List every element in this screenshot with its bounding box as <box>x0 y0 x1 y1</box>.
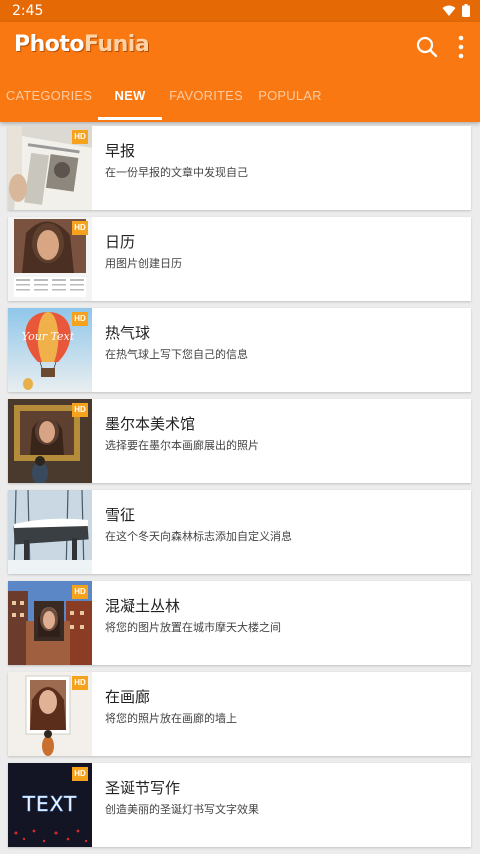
status-time: 2:45 <box>12 3 44 19</box>
thumbnail-christmas-lights: TEXT HD <box>8 763 92 847</box>
item-description: 在热气球上写下您自己的信息 <box>105 348 248 361</box>
item-title: 在画廊 <box>105 688 151 706</box>
hd-badge: HD <box>72 585 88 599</box>
status-icons <box>442 4 470 17</box>
item-title: 日历 <box>105 233 136 251</box>
list-item-concrete-jungle[interactable]: HD 混凝土丛林 将您的图片放置在城市摩天大楼之间 <box>8 581 471 665</box>
search-icon <box>416 36 438 58</box>
thumbnail-newspaper: HD <box>8 126 92 210</box>
app-bar: PhotoFunia CATEGORIES NEW FAVORITES POPU… <box>0 22 480 122</box>
item-description: 用图片创建日历 <box>105 257 182 270</box>
thumbnail-snow-sign <box>8 490 92 574</box>
tab-categories[interactable]: CATEGORIES <box>0 72 98 120</box>
hd-badge: HD <box>72 403 88 417</box>
item-description: 选择要在墨尔本画廊展出的照片 <box>105 439 259 452</box>
list-item-snow-sign[interactable]: 雪征 在这个冬天向森林标志添加自定义消息 <box>8 490 471 574</box>
more-vertical-icon <box>458 35 464 59</box>
search-button[interactable] <box>414 34 440 60</box>
tab-popular[interactable]: POPULAR <box>250 72 330 120</box>
logo-photo-text: Photo <box>14 32 85 57</box>
hd-badge: HD <box>72 221 88 235</box>
thumbnail-gallery-wall: HD <box>8 672 92 756</box>
hd-badge: HD <box>72 130 88 144</box>
item-description: 创造美丽的圣诞灯书写文字效果 <box>105 803 259 816</box>
hd-badge: HD <box>72 312 88 326</box>
status-bar: 2:45 <box>0 0 480 22</box>
tab-new[interactable]: NEW <box>98 72 162 120</box>
thumbnail-gallery-frame: HD <box>8 399 92 483</box>
item-description: 在一份早报的文章中发现自己 <box>105 166 248 179</box>
tab-favorites[interactable]: FAVORITES <box>162 72 250 120</box>
list-item-calendar[interactable]: HD 日历 用图片创建日历 <box>8 217 471 301</box>
tab-bar: CATEGORIES NEW FAVORITES POPULAR <box>0 72 480 122</box>
item-title: 热气球 <box>105 324 151 342</box>
thumbnail-calendar: HD <box>8 217 92 301</box>
item-description: 将您的照片放在画廊的墙上 <box>105 712 237 725</box>
hd-badge: HD <box>72 676 88 690</box>
item-title: 雪征 <box>105 506 136 524</box>
thumbnail-balloon: Your Text HD <box>8 308 92 392</box>
app-logo: PhotoFunia <box>14 32 150 57</box>
thumbnail-city: HD <box>8 581 92 665</box>
item-title: 早报 <box>105 142 136 160</box>
item-description: 将您的图片放置在城市摩天大楼之间 <box>105 621 281 634</box>
wifi-icon <box>442 5 456 16</box>
christmas-lights-text: TEXT <box>22 792 77 816</box>
hd-badge: HD <box>72 767 88 781</box>
item-title: 墨尔本美术馆 <box>105 415 196 433</box>
overflow-menu-button[interactable] <box>452 34 470 60</box>
item-title: 混凝土丛林 <box>105 597 181 615</box>
list-item-morning-paper[interactable]: HD 早报 在一份早报的文章中发现自己 <box>8 126 471 210</box>
battery-icon <box>462 4 470 17</box>
logo-funia-text: Funia <box>84 32 150 57</box>
list-item-christmas-writing[interactable]: TEXT HD 圣诞节写作 创造美丽的圣诞灯书写文字效果 <box>8 763 471 847</box>
balloon-text: Your Text <box>22 330 75 343</box>
item-description: 在这个冬天向森林标志添加自定义消息 <box>105 530 292 543</box>
item-title: 圣诞节写作 <box>105 779 181 797</box>
list-item-in-gallery[interactable]: HD 在画廊 将您的照片放在画廊的墙上 <box>8 672 471 756</box>
list-item-melbourne-gallery[interactable]: HD 墨尔本美术馆 选择要在墨尔本画廊展出的照片 <box>8 399 471 483</box>
list-item-hot-air-balloon[interactable]: Your Text HD 热气球 在热气球上写下您自己的信息 <box>8 308 471 392</box>
